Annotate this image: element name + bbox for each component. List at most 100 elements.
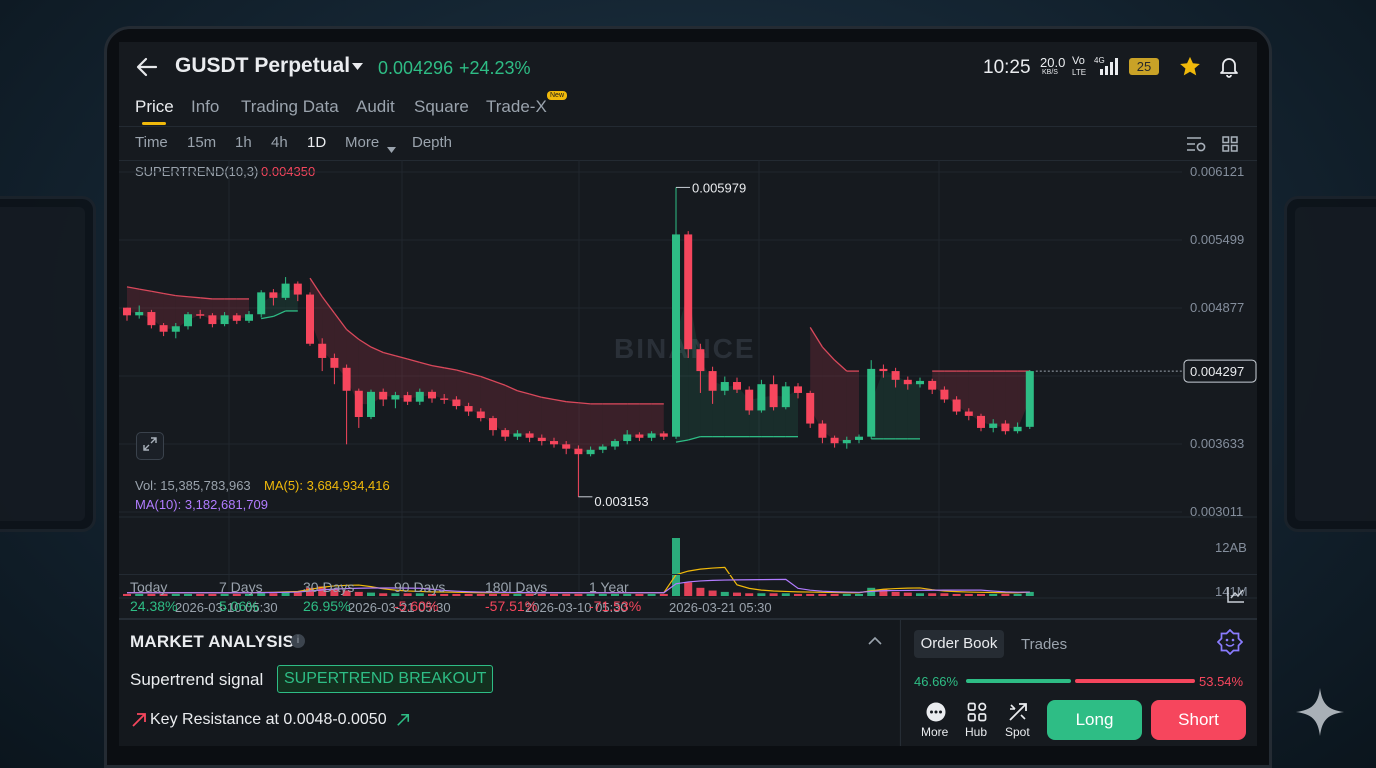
buy-ratio-bar xyxy=(966,679,1071,683)
supertrend-fill xyxy=(395,355,408,399)
perf-label: 30 Days xyxy=(303,579,355,595)
hub-label[interactable]: Hub xyxy=(965,725,987,739)
info-icon[interactable]: i xyxy=(291,634,305,648)
volume-bar xyxy=(464,593,473,596)
tab-order-book[interactable]: Order Book xyxy=(914,630,1004,658)
assistant-bot-icon[interactable] xyxy=(1217,629,1243,655)
sell-percent: 53.54% xyxy=(1199,674,1244,689)
current-price-label: 0.004297 xyxy=(1190,364,1244,379)
volume-bar xyxy=(720,591,729,596)
status-time: 10:25 xyxy=(983,57,1031,78)
header-price: 0.004296 xyxy=(378,58,454,78)
candle-body xyxy=(806,392,815,424)
volume-bar xyxy=(928,593,937,596)
layout-grid-icon[interactable] xyxy=(1222,136,1238,152)
supertrend-fill xyxy=(846,371,859,442)
candle-body xyxy=(330,357,339,368)
more-icon[interactable] xyxy=(926,702,946,722)
volume-bar xyxy=(940,593,949,596)
volume-bar xyxy=(794,593,802,596)
hub-icon[interactable] xyxy=(967,702,987,722)
expand-icon xyxy=(143,436,157,456)
volume-bar xyxy=(781,593,790,596)
tab-trade-x[interactable]: Trade-X xyxy=(486,97,547,117)
caret-down-icon[interactable] xyxy=(351,62,364,71)
trend-up-icon xyxy=(131,712,147,728)
supertrend-fill xyxy=(444,367,457,403)
supertrend-fill xyxy=(578,402,591,452)
tab-trading-data[interactable]: Trading Data xyxy=(241,97,339,117)
volume-bar xyxy=(672,538,680,596)
interval-1h[interactable]: 1h xyxy=(235,134,252,151)
long-button[interactable]: Long xyxy=(1047,700,1142,740)
interval-4h[interactable]: 4h xyxy=(271,134,288,151)
spot-icon[interactable] xyxy=(1008,702,1028,722)
candle-body xyxy=(245,314,253,321)
volume-bar xyxy=(818,593,827,596)
trend-up-green-icon xyxy=(396,713,410,727)
price-axis-label: 0.003633 xyxy=(1190,436,1244,451)
status-net-speed: 20.0 xyxy=(1040,55,1066,70)
symbol-title[interactable]: GUSDT Perpetual xyxy=(175,54,350,78)
star-icon[interactable] xyxy=(1179,56,1201,77)
tab-price[interactable]: Price xyxy=(135,97,174,117)
arrow-left-icon[interactable] xyxy=(135,56,159,78)
volume-bar xyxy=(184,593,192,596)
market-analysis-title: MARKET ANALYSIS xyxy=(130,632,295,651)
short-button[interactable]: Short xyxy=(1151,700,1246,740)
interval-more[interactable]: More xyxy=(345,134,379,151)
volume-bar xyxy=(476,593,485,596)
supertrend-fill xyxy=(419,362,432,397)
candle-body xyxy=(257,292,266,315)
interval-time[interactable]: Time xyxy=(135,134,168,151)
price-axis-label: 0.003011 xyxy=(1190,504,1243,519)
tab-info[interactable]: Info xyxy=(191,97,219,117)
expand-chart-button[interactable] xyxy=(136,432,164,460)
candle-body xyxy=(745,389,754,411)
volume-bar xyxy=(171,593,180,596)
volume-bar xyxy=(684,582,693,596)
volume-bar xyxy=(196,593,205,596)
candle-body xyxy=(1001,423,1010,432)
volume-bar xyxy=(696,587,705,596)
candle-body xyxy=(623,434,632,442)
bell-icon[interactable] xyxy=(1219,56,1239,78)
line-chart-icon[interactable] xyxy=(1227,586,1245,603)
ma5-label: MA(5): 3,684,934,416 xyxy=(264,478,390,493)
candle-body xyxy=(489,418,497,431)
candlestick-chart[interactable]: BINANCE0.0059790.0031530.0061210.0054990… xyxy=(119,160,1257,620)
ma10-label: MA(10): 3,182,681,709 xyxy=(135,497,268,512)
chevron-up-icon[interactable] xyxy=(868,636,882,645)
candle-body xyxy=(537,437,546,442)
supertrend-fill xyxy=(651,403,664,436)
candle-body xyxy=(415,391,424,402)
volume-bar xyxy=(733,592,741,596)
supertrend-fill xyxy=(517,390,530,436)
interval-1d[interactable]: 1D xyxy=(307,134,326,151)
high-price-label: 0.005979 xyxy=(692,180,746,195)
volume-bar xyxy=(659,593,668,596)
volume-bar xyxy=(842,593,851,596)
interval-depth[interactable]: Depth xyxy=(412,134,452,151)
tab-square[interactable]: Square xyxy=(414,97,469,117)
signal-bars-icon xyxy=(1100,58,1122,75)
perf-label: 180l Days xyxy=(485,579,548,595)
volume-bar xyxy=(855,593,863,596)
more-caret-icon[interactable] xyxy=(387,140,396,158)
tab-trades[interactable]: Trades xyxy=(1021,636,1067,653)
volume-bar xyxy=(903,592,912,596)
sparkle-icon xyxy=(1296,688,1344,736)
perf-value: 24.38% xyxy=(130,598,178,614)
candle-body xyxy=(306,294,314,344)
chart-settings-icon[interactable] xyxy=(1186,136,1206,152)
candle-body xyxy=(159,325,168,332)
low-price-label: 0.003153 xyxy=(594,494,648,509)
tab-audit[interactable]: Audit xyxy=(356,97,395,117)
spot-label[interactable]: Spot xyxy=(1005,725,1030,739)
candle-body xyxy=(842,439,851,444)
candle-body xyxy=(830,437,839,444)
perf-value: -5.60% xyxy=(394,598,439,614)
more-label[interactable]: More xyxy=(921,725,948,739)
perf-value: 26.95% xyxy=(303,598,351,614)
interval-15m[interactable]: 15m xyxy=(187,134,216,151)
